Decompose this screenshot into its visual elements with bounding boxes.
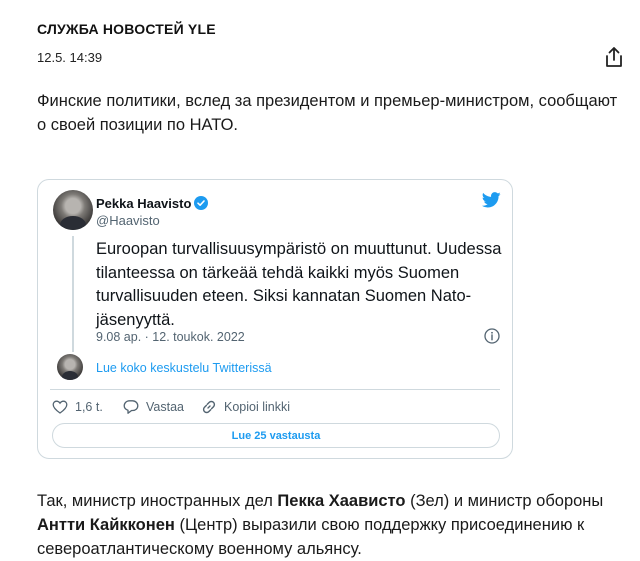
like-count: 1,6 t. — [75, 400, 103, 414]
copy-link-action[interactable]: Kopioi linkki — [201, 399, 290, 415]
reply-icon — [123, 400, 139, 414]
reply-action[interactable]: Vastaa — [123, 399, 184, 415]
conversation-avatar — [57, 354, 83, 380]
read-conversation-link[interactable]: Lue koko keskustelu Twitterissä — [96, 361, 272, 375]
embedded-tweet[interactable]: Pekka Haavisto @Haavisto Euroopan turval… — [37, 179, 513, 459]
link-icon — [202, 400, 216, 414]
tweet-date[interactable]: 9.08 ap. · 12. toukok. 2022 — [96, 330, 245, 344]
body-text-part: Так, министр иностранных дел — [37, 492, 278, 510]
like-action[interactable]: 1,6 t. — [52, 399, 103, 415]
divider — [50, 389, 500, 390]
read-replies-button[interactable]: Lue 25 vastausta — [52, 423, 500, 448]
reply-label: Vastaa — [146, 400, 184, 414]
person-name-kaikkonen: Антти Кайкконен — [37, 516, 175, 534]
intro-paragraph: Финские политики, вслед за президентом и… — [37, 92, 618, 134]
body-paragraph: Так, министр иностранных дел Пекка Хаави… — [37, 489, 627, 561]
share-icon[interactable] — [604, 46, 624, 68]
heart-icon — [52, 400, 68, 414]
author-name[interactable]: Pekka Haavisto — [96, 196, 191, 211]
author-avatar[interactable] — [53, 190, 93, 230]
news-source: СЛУЖБА НОВОСТЕЙ YLE — [37, 21, 216, 37]
thread-line — [72, 236, 74, 352]
twitter-bird-icon[interactable] — [482, 192, 501, 208]
body-text-part: (Зел) и министр обороны — [405, 492, 604, 510]
copy-link-label: Kopioi linkki — [224, 400, 291, 414]
timestamp: 12.5. 14:39 — [37, 50, 103, 65]
person-name-haavisto: Пекка Хаависто — [277, 492, 406, 510]
verified-badge-icon — [194, 196, 208, 210]
tweet-text: Euroopan turvallisuusympäristö on muuttu… — [96, 240, 502, 329]
author-handle[interactable]: @Haavisto — [96, 213, 160, 228]
info-icon[interactable] — [484, 328, 500, 344]
